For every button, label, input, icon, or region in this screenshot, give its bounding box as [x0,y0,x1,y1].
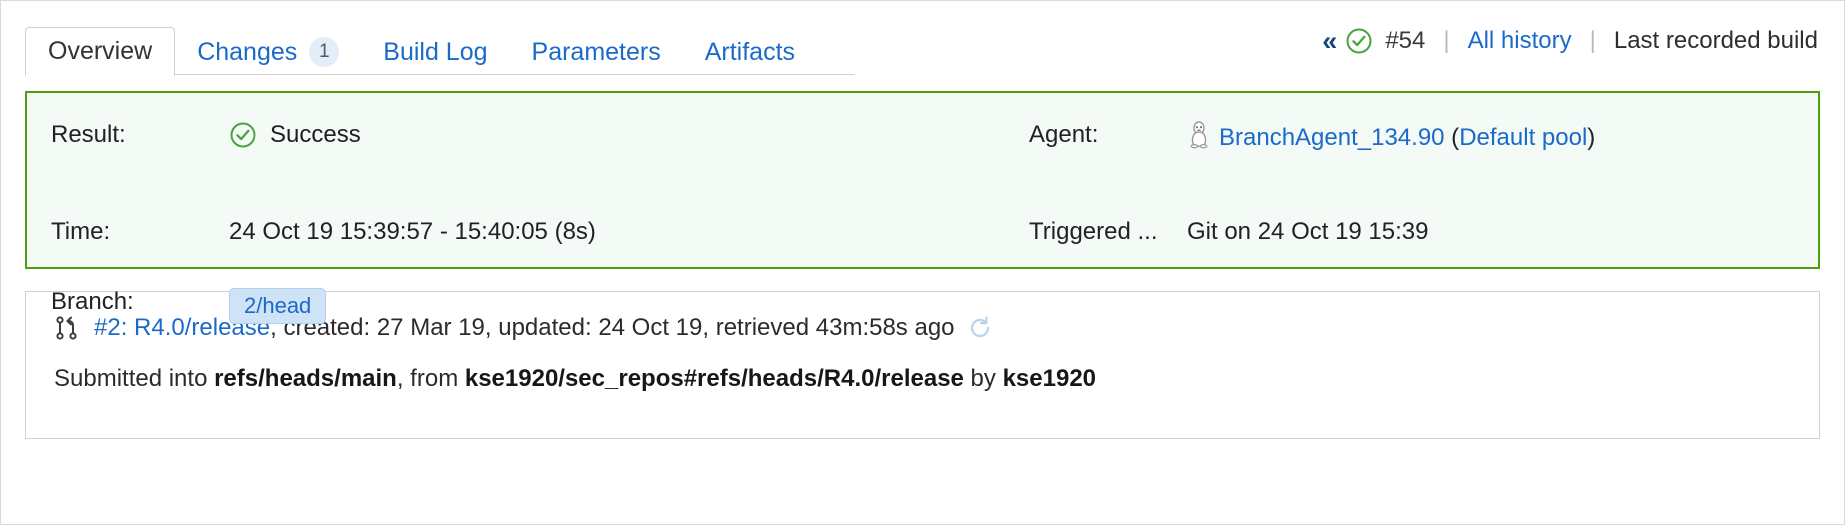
result-label: Result: [51,121,126,148]
tab-overview[interactable]: Overview [25,27,176,76]
separator-1: | [1443,27,1450,54]
build-overview-page: Overview Changes 1 Build Log Parameters … [0,0,1845,525]
source-ref: kse1920/sec_repos#refs/heads/R4.0/releas… [464,365,964,392]
tab-parameters[interactable]: Parameters [510,29,683,75]
tab-changes[interactable]: Changes 1 [175,29,361,75]
agent-pool-link[interactable]: Default pool [1459,124,1587,151]
linux-penguin-icon [1187,121,1211,160]
grid-spacer-e [51,246,229,280]
agent-pool-open: ( [1444,124,1460,151]
time-value: 24 Oct 19 15:39:57 - 15:40:05 (8s) [229,217,596,245]
grid-spacer-c [1029,160,1187,210]
last-recorded-build-label: Last recorded build [1613,27,1818,54]
success-check-icon [1345,27,1373,55]
branch-value-cell: 2/head [229,280,1029,325]
grid-spacer-a [51,160,229,210]
grid-empty-1 [1029,280,1187,324]
grid-spacer-f [229,246,1029,280]
submitted-line: Submitted into refs/heads/main, from kse… [54,365,1791,393]
tab-build-log[interactable]: Build Log [361,29,509,75]
agent-name-link[interactable]: BranchAgent_134.90 [1219,124,1445,151]
build-result-panel: Result: Success Agent: BranchAgent_134.9… [25,91,1820,325]
from-text: , from [396,365,465,392]
grid-spacer-h [1187,246,1794,280]
triggered-label: Triggered ... [1029,217,1158,245]
by-text: by [963,365,1003,392]
previous-build-icon[interactable]: « [1322,27,1337,55]
grid-spacer-g [1029,246,1187,280]
build-summary-grid: Result: Success Agent: BranchAgent_134.9… [51,113,1794,325]
build-number[interactable]: #54 [1385,27,1425,55]
all-history-link[interactable]: All history [1468,27,1572,55]
build-navigation: « #54 | All history | Last recorded buil… [1322,27,1818,55]
agent-label: Agent: [1029,121,1099,148]
result-status-text: Success [270,121,361,148]
grid-empty-2 [1187,280,1794,324]
agent-pool-close: ) [1587,124,1596,151]
grid-spacer-b [229,160,1029,210]
separator-2: | [1589,27,1596,54]
tab-artifacts-label: Artifacts [704,37,796,66]
triggered-value: Git on 24 Oct 19 15:39 [1187,217,1429,245]
branch-badge[interactable]: 2/head [229,287,327,325]
tab-artifacts[interactable]: Artifacts [683,29,817,75]
tab-overview-label: Overview [48,37,153,65]
submitted-prefix: Submitted into [54,365,215,392]
tab-build-log-label: Build Log [383,37,488,66]
agent-value-cell: BranchAgent_134.90 (Default pool) [1187,113,1794,160]
target-branch: refs/heads/main [214,365,397,392]
time-label: Time: [51,217,111,245]
success-check-icon [229,121,257,149]
author-name: kse1920 [1002,365,1097,392]
branch-label: Branch: [51,287,134,315]
tab-parameters-label: Parameters [531,37,661,66]
grid-spacer-d [1187,160,1794,210]
result-value-cell: Success [229,113,1029,160]
tab-changes-badge: 1 [309,37,340,67]
tab-changes-label: Changes [197,37,298,66]
